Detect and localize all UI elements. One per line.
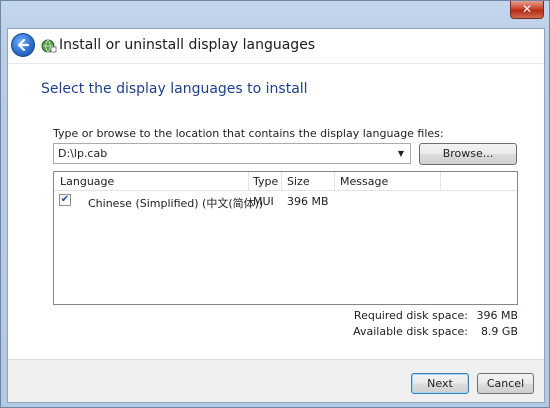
column-header-language[interactable]: Language bbox=[60, 175, 114, 188]
column-divider[interactable] bbox=[248, 172, 249, 191]
list-item[interactable]: ✔ Chinese (Simplified) (中文(简体)) MUI 396 … bbox=[54, 192, 517, 210]
required-space-value: 396 MB bbox=[476, 309, 518, 322]
language-list[interactable]: Language Type Size Message ✔ Chinese (Si… bbox=[53, 171, 518, 305]
language-name: Chinese (Simplified) (中文(简体)) bbox=[88, 197, 264, 210]
language-size: 396 MB bbox=[287, 195, 329, 208]
column-divider[interactable] bbox=[281, 172, 282, 191]
next-button[interactable]: Next bbox=[411, 373, 469, 394]
back-button[interactable] bbox=[11, 33, 35, 57]
header-divider bbox=[8, 63, 544, 64]
cancel-button[interactable]: Cancel bbox=[477, 373, 534, 394]
column-header-type[interactable]: Type bbox=[253, 175, 278, 188]
language-checkbox[interactable]: ✔ bbox=[59, 194, 71, 206]
available-space-value: 8.9 GB bbox=[480, 325, 518, 338]
language-type: MUI bbox=[253, 195, 274, 208]
column-header-size[interactable]: Size bbox=[287, 175, 310, 188]
header-bar: Install or uninstall display languages bbox=[8, 29, 544, 63]
browse-button[interactable]: Browse... bbox=[419, 143, 517, 165]
list-header: Language Type Size Message bbox=[54, 172, 517, 191]
available-space-label: Available disk space: bbox=[353, 325, 468, 338]
close-button[interactable]: ✕ bbox=[510, 1, 544, 19]
page-heading: Select the display languages to install bbox=[41, 81, 308, 97]
column-divider[interactable] bbox=[334, 172, 335, 191]
instruction-text: Type or browse to the location that cont… bbox=[53, 127, 444, 140]
command-bar: Next Cancel bbox=[8, 359, 544, 402]
close-icon: ✕ bbox=[521, 2, 533, 16]
path-combobox[interactable]: D:\lp.cab ▼ bbox=[53, 143, 411, 164]
dropdown-arrow-icon[interactable]: ▼ bbox=[394, 146, 408, 161]
window-title: Install or uninstall display languages bbox=[59, 37, 316, 53]
back-arrow-icon bbox=[17, 38, 30, 52]
dialog-window: ✕ Install or uninstall display languages… bbox=[0, 0, 550, 408]
language-globe-icon bbox=[41, 39, 57, 53]
client-area: Install or uninstall display languages S… bbox=[7, 28, 545, 403]
column-divider[interactable] bbox=[440, 172, 441, 191]
path-value: D:\lp.cab bbox=[58, 147, 108, 160]
required-space-label: Required disk space: bbox=[353, 309, 468, 322]
column-header-message[interactable]: Message bbox=[340, 175, 388, 188]
